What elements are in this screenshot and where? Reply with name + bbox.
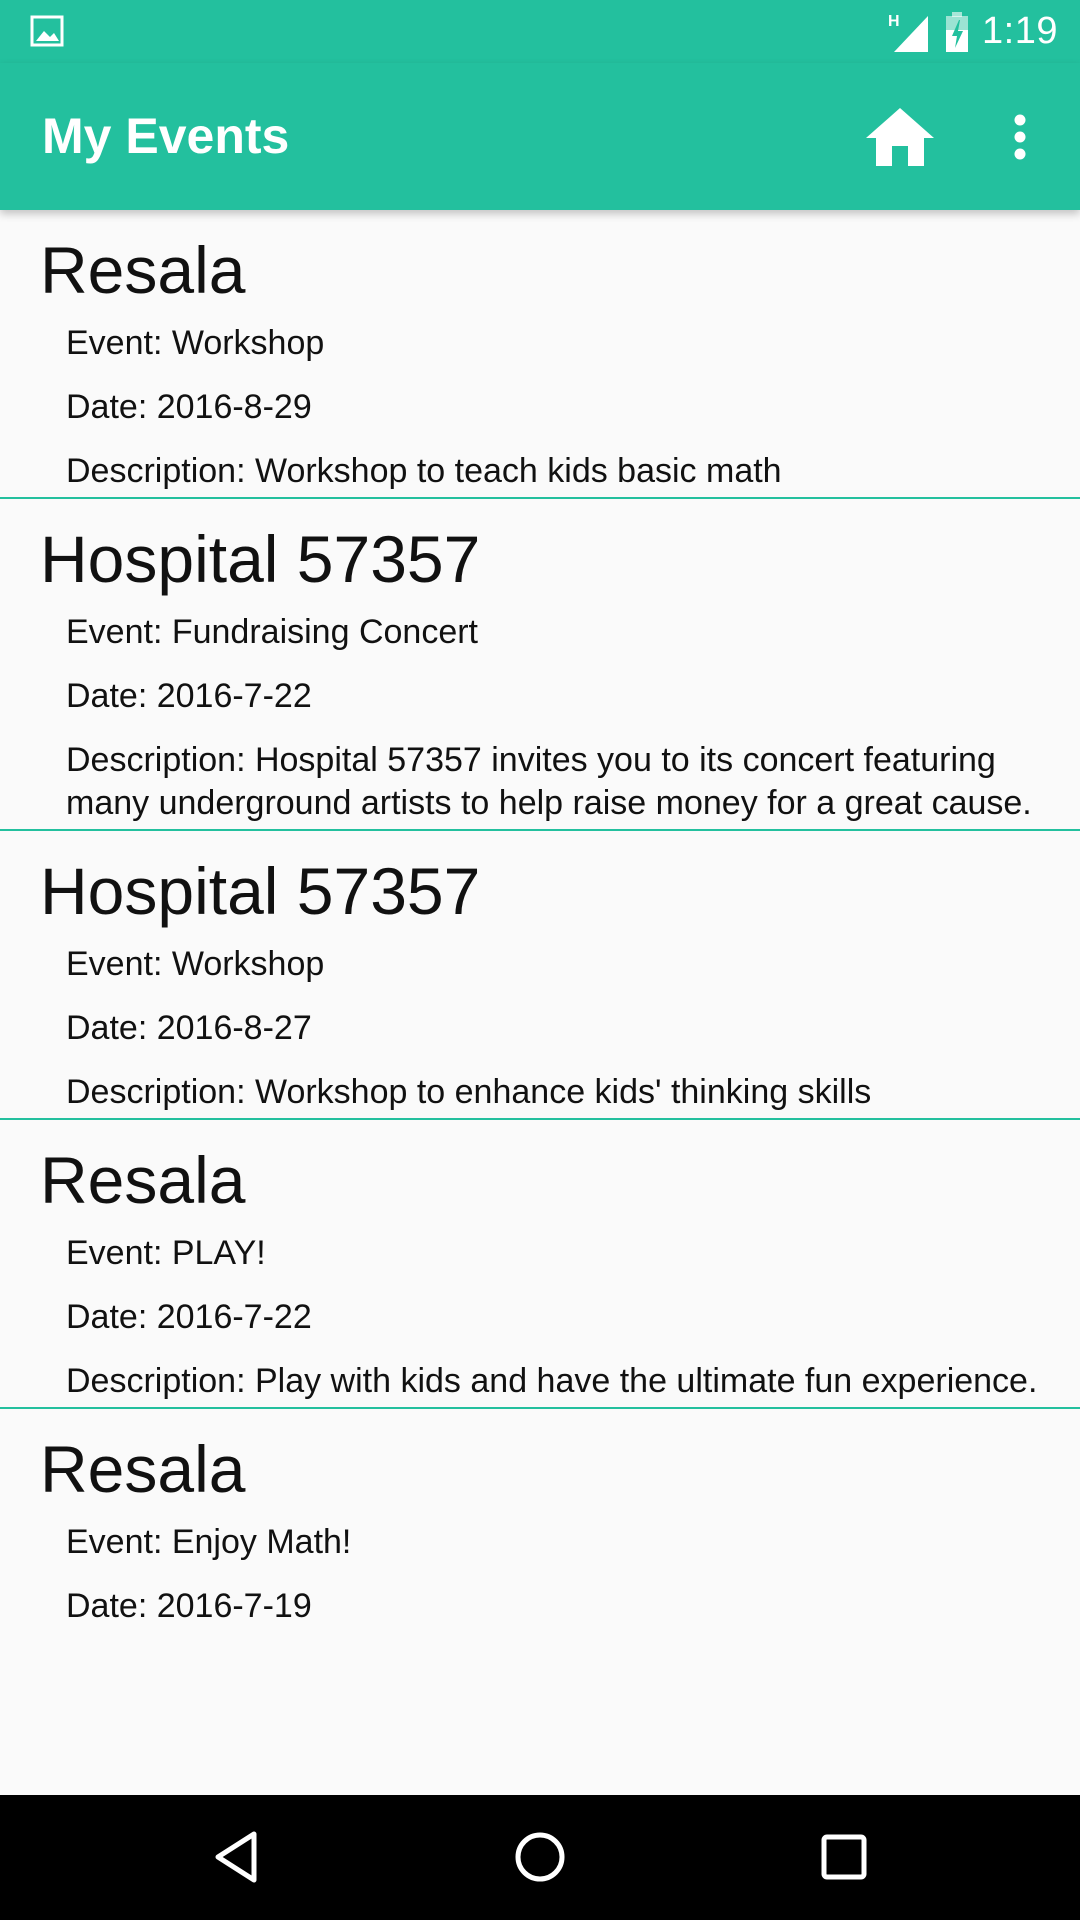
event-type: Workshop (171, 324, 325, 362)
home-icon (866, 108, 934, 166)
event-card[interactable]: Resala Event: PLAY! Date: 2016-7-22 Desc… (0, 1120, 1080, 1409)
back-icon (215, 1831, 257, 1883)
event-date: 2016-7-19 (156, 1587, 312, 1625)
status-right: H 1:19 (886, 0, 1058, 63)
event-label: Event: (66, 1234, 172, 1272)
event-description: Play with kids and have the ultimate fun… (254, 1362, 1038, 1400)
event-description-line: Description: Workshop to enhance kids' t… (66, 1071, 1062, 1114)
description-label: Description: (66, 741, 255, 779)
navigation-bar (0, 1795, 1080, 1920)
event-date-line: Date: 2016-7-19 (66, 1585, 1062, 1628)
home-button[interactable] (850, 97, 950, 177)
more-vert-icon (1014, 114, 1026, 160)
network-type-label: H (888, 13, 900, 30)
home-nav-button[interactable] (490, 1817, 590, 1897)
event-details: Event: Workshop Date: 2016-8-27 Descript… (0, 931, 1080, 1114)
signal-icon: H (886, 10, 932, 54)
date-label: Date: (66, 677, 157, 715)
event-card[interactable]: Resala Event: Workshop Date: 2016-8-29 D… (0, 210, 1080, 499)
event-label: Event: (66, 1523, 172, 1561)
status-bar: H 1:19 (0, 0, 1080, 63)
event-type-line: Event: Enjoy Math! (66, 1521, 1062, 1564)
event-card[interactable]: Hospital 57357 Event: Fundraising Concer… (0, 499, 1080, 831)
event-type-line: Event: Workshop (66, 322, 1062, 365)
app-title: My Events (42, 108, 290, 164)
description-label: Description: (66, 1073, 255, 1111)
organization-name: Resala (40, 1143, 246, 1217)
organization-name: Resala (40, 233, 246, 307)
app-bar: My Events (0, 63, 1080, 210)
screen: H 1:19 My Events Resala Event: Workshop … (0, 0, 1080, 1920)
event-details: Event: Workshop Date: 2016-8-29 Descript… (0, 310, 1080, 493)
event-date-line: Date: 2016-7-22 (66, 675, 1062, 718)
event-type: Enjoy Math! (171, 1523, 352, 1561)
event-date: 2016-8-27 (156, 1009, 312, 1047)
event-type: Fundraising Concert (171, 613, 478, 651)
organization-name: Hospital 57357 (40, 522, 481, 596)
event-label: Event: (66, 324, 172, 362)
event-date: 2016-7-22 (156, 677, 312, 715)
event-description: Workshop to enhance kids' thinking skill… (254, 1073, 872, 1111)
event-type-line: Event: Fundraising Concert (66, 611, 1062, 654)
organization-name: Resala (40, 1432, 246, 1506)
event-type-line: Event: Workshop (66, 943, 1062, 986)
event-details: Event: Enjoy Math! Date: 2016-7-19 (0, 1509, 1080, 1628)
battery-charging-icon (944, 10, 970, 54)
event-type-line: Event: PLAY! (66, 1232, 1062, 1275)
event-description-line: Description: Workshop to teach kids basi… (66, 450, 1062, 493)
event-description-line: Description: Hospital 57357 invites you … (66, 739, 1062, 825)
date-label: Date: (66, 1587, 157, 1625)
event-date-line: Date: 2016-8-27 (66, 1007, 1062, 1050)
date-label: Date: (66, 1009, 157, 1047)
event-date: 2016-7-22 (156, 1298, 312, 1336)
event-description: Workshop to teach kids basic math (254, 452, 782, 490)
event-details: Event: PLAY! Date: 2016-7-22 Description… (0, 1220, 1080, 1403)
date-label: Date: (66, 388, 157, 426)
event-type: Workshop (171, 945, 325, 983)
description-label: Description: (66, 1362, 255, 1400)
image-notification-icon (30, 14, 64, 48)
event-date-line: Date: 2016-8-29 (66, 386, 1062, 429)
event-label: Event: (66, 945, 172, 983)
status-time: 1:19 (982, 10, 1058, 52)
recents-button[interactable] (794, 1817, 894, 1897)
event-card[interactable]: Resala Event: Enjoy Math! Date: 2016-7-1… (0, 1409, 1080, 1632)
events-list[interactable]: Resala Event: Workshop Date: 2016-8-29 D… (0, 210, 1080, 1795)
organization-name: Hospital 57357 (40, 854, 481, 928)
home-circle-icon (515, 1832, 565, 1882)
recents-icon (821, 1834, 867, 1880)
event-card[interactable]: Hospital 57357 Event: Workshop Date: 201… (0, 831, 1080, 1120)
event-date-line: Date: 2016-7-22 (66, 1296, 1062, 1339)
event-date: 2016-8-29 (156, 388, 312, 426)
event-description-line: Description: Play with kids and have the… (66, 1360, 1062, 1403)
more-options-button[interactable] (990, 97, 1050, 177)
back-button[interactable] (186, 1817, 286, 1897)
event-label: Event: (66, 613, 172, 651)
event-type: PLAY! (171, 1234, 266, 1272)
event-details: Event: Fundraising Concert Date: 2016-7-… (0, 599, 1080, 825)
date-label: Date: (66, 1298, 157, 1336)
description-label: Description: (66, 452, 255, 490)
